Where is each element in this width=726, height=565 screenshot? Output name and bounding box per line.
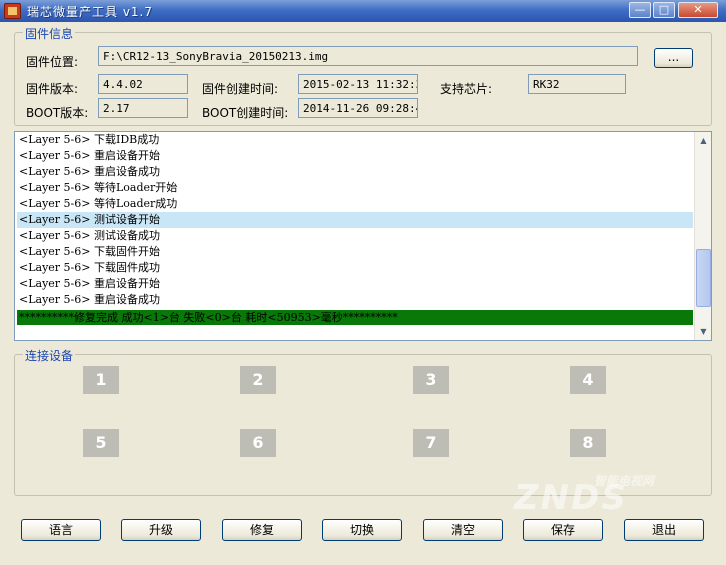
watermark-text: ZNDS xyxy=(514,478,628,518)
log-line[interactable]: <Layer 5-6> 重启设备成功 xyxy=(17,164,693,180)
znds-watermark-logo: 智能电视网 ZNDS xyxy=(514,468,694,518)
boot-created-field: 2014-11-26 09:28:49 xyxy=(298,98,418,118)
scroll-down-arrow-icon[interactable]: ▼ xyxy=(696,324,711,339)
repair-button[interactable]: 修复 xyxy=(222,519,302,541)
firmware-version-label: 固件版本: xyxy=(26,82,79,96)
log-line[interactable]: <Layer 5-6> 下载固件开始 xyxy=(17,244,693,260)
device-slot-6[interactable]: 6 xyxy=(240,429,276,457)
boot-version-field: 2.17 xyxy=(98,98,188,118)
log-line[interactable]: <Layer 5-6> 重启设备成功 xyxy=(17,292,693,308)
log-line[interactable]: <Layer 5-6> 重启设备开始 xyxy=(17,148,693,164)
firmware-version-field: 4.4.02 xyxy=(98,74,188,94)
log-summary-line[interactable]: **********修复完成 成功<1>台 失败<0>台 耗时<50953>毫秒… xyxy=(17,310,693,325)
device-slot-5[interactable]: 5 xyxy=(83,429,119,457)
language-button[interactable]: 语言 xyxy=(21,519,101,541)
log-line[interactable]: <Layer 5-6> 下载固件成功 xyxy=(17,260,693,276)
device-slot-3[interactable]: 3 xyxy=(413,366,449,394)
firmware-path-label: 固件位置: xyxy=(26,55,79,69)
log-line[interactable]: <Layer 5-6> 等待Loader开始 xyxy=(17,180,693,196)
device-slot-1[interactable]: 1 xyxy=(83,366,119,394)
supported-chip-label: 支持芯片: xyxy=(440,82,493,96)
firmware-info-title: 固件信息 xyxy=(23,25,76,42)
boot-version-label: BOOT版本: xyxy=(26,106,89,120)
firmware-created-label: 固件创建时间: xyxy=(202,82,279,96)
log-scrollbar[interactable]: ▲ ▼ xyxy=(694,132,711,340)
connected-devices-title: 连接设备 xyxy=(23,347,76,364)
firmware-path-field[interactable]: F:\CR12-13_SonyBravia_20150213.img xyxy=(98,46,638,66)
window-title: 瑞芯微量产工具 v1.7 xyxy=(27,5,154,19)
device-slot-8[interactable]: 8 xyxy=(570,429,606,457)
log-line-selected[interactable]: <Layer 5-6> 测试设备开始 xyxy=(17,212,693,228)
browse-button[interactable]: ... xyxy=(654,48,693,68)
maximize-button[interactable]: □ xyxy=(653,2,675,18)
clear-button[interactable]: 清空 xyxy=(423,519,503,541)
minimize-button[interactable]: — xyxy=(629,2,651,18)
scroll-up-arrow-icon[interactable]: ▲ xyxy=(696,133,711,148)
main-window: 瑞芯微量产工具 v1.7 — □ ✕ 固件信息 固件位置: F:\CR12-13… xyxy=(0,0,726,565)
upgrade-button[interactable]: 升级 xyxy=(121,519,201,541)
title-bar[interactable]: 瑞芯微量产工具 v1.7 — □ ✕ xyxy=(0,0,726,22)
close-button[interactable]: ✕ xyxy=(678,2,718,18)
switch-button[interactable]: 切换 xyxy=(322,519,402,541)
exit-button[interactable]: 退出 xyxy=(624,519,704,541)
log-list[interactable]: <Layer 5-6> 下载IDB成功 <Layer 5-6> 重启设备开始 <… xyxy=(14,131,712,341)
device-slot-7[interactable]: 7 xyxy=(413,429,449,457)
device-slot-4[interactable]: 4 xyxy=(570,366,606,394)
supported-chip-field: RK32 xyxy=(528,74,626,94)
firmware-created-field: 2015-02-13 11:32:38 xyxy=(298,74,418,94)
log-line[interactable]: <Layer 5-6> 下载IDB成功 xyxy=(17,132,693,148)
save-button[interactable]: 保存 xyxy=(523,519,603,541)
app-icon xyxy=(4,3,21,19)
device-slot-2[interactable]: 2 xyxy=(240,366,276,394)
log-line[interactable]: <Layer 5-6> 重启设备开始 xyxy=(17,276,693,292)
log-line[interactable]: <Layer 5-6> 测试设备成功 xyxy=(17,228,693,244)
log-line[interactable]: <Layer 5-6> 等待Loader成功 xyxy=(17,196,693,212)
boot-created-label: BOOT创建时间: xyxy=(202,106,289,120)
scroll-thumb[interactable] xyxy=(696,249,711,307)
